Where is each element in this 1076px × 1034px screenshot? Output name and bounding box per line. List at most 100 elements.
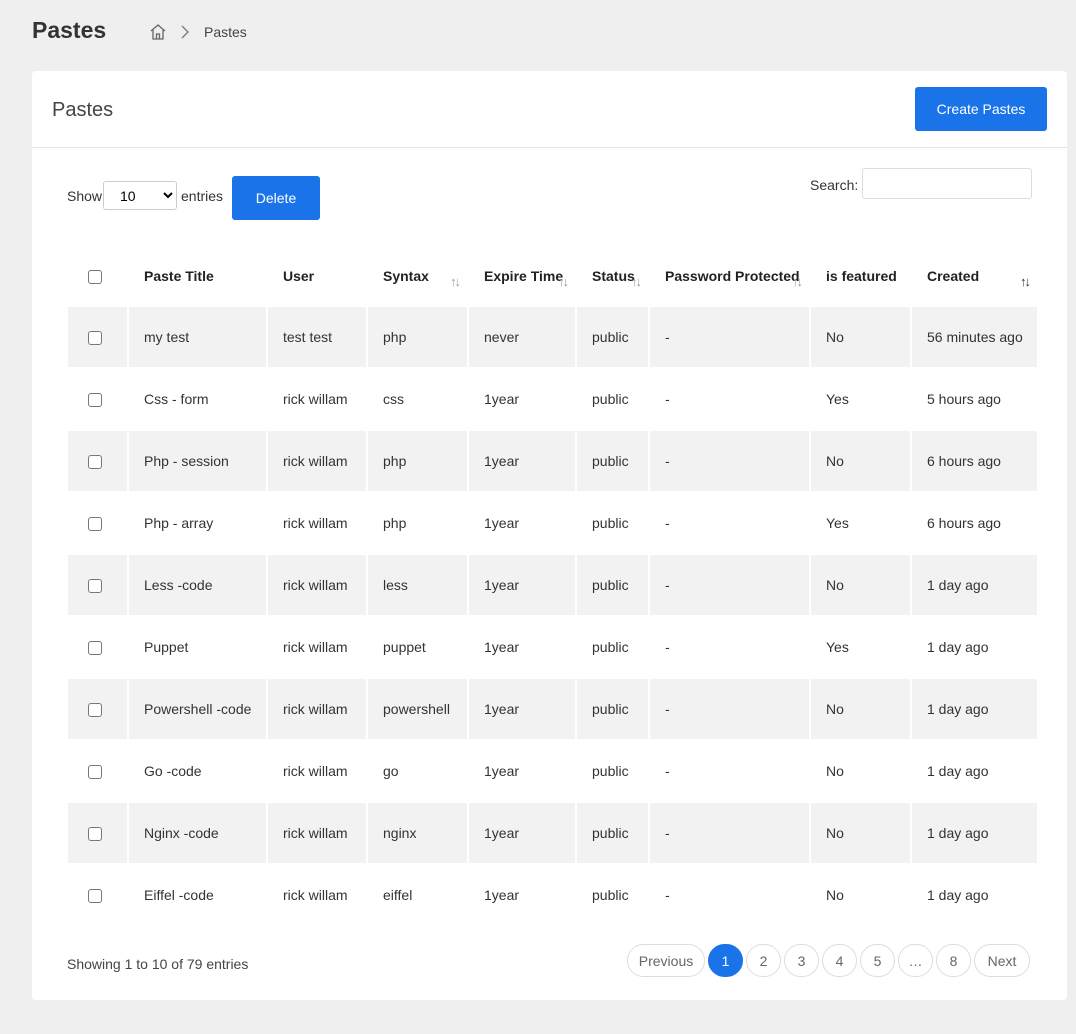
entries-label: entries [181, 188, 224, 204]
row-checkbox[interactable] [88, 827, 102, 842]
table-cell: rick willam [268, 678, 366, 740]
table-info: Showing 1 to 10 of 79 entries [67, 956, 249, 972]
table-cell: 1 day ago [912, 678, 1037, 740]
page-button[interactable]: 2 [746, 944, 781, 977]
table-cell: No [811, 802, 910, 864]
table-cell: php [368, 492, 467, 554]
select-all-header [68, 246, 127, 306]
table-cell: Powershell -code [129, 678, 266, 740]
column-header[interactable]: Paste Title [129, 246, 266, 306]
table-cell: 56 minutes ago [912, 306, 1037, 368]
create-pastes-button[interactable]: Create Pastes [915, 87, 1047, 131]
table-cell: public [577, 306, 648, 368]
page-button[interactable]: … [898, 944, 933, 977]
table-cell: public [577, 430, 648, 492]
row-checkbox[interactable] [88, 765, 102, 780]
search-input[interactable] [862, 168, 1032, 199]
table-row: Php - session rick willam php 1year public - N… [68, 430, 1037, 492]
table-cell: Eiffel -code [129, 864, 266, 926]
table-cell: - [650, 306, 809, 368]
row-checkbox[interactable] [88, 331, 102, 346]
table-cell: 1year [469, 616, 575, 678]
table-cell: rick willam [268, 368, 366, 430]
page-button[interactable]: 8 [936, 944, 971, 977]
page-button[interactable]: 3 [784, 944, 819, 977]
row-checkbox[interactable] [88, 703, 102, 718]
table-cell: public [577, 864, 648, 926]
table-cell: - [650, 802, 809, 864]
row-checkbox[interactable] [88, 579, 102, 594]
table-cell: - [650, 368, 809, 430]
table-row: Powershell -code rick willam powershell 1ye… [68, 678, 1037, 740]
page-button[interactable]: 1 [708, 944, 743, 977]
table-cell: Yes [811, 616, 910, 678]
table-cell: rick willam [268, 740, 366, 802]
table-cell: powershell [368, 678, 467, 740]
row-checkbox[interactable] [88, 641, 102, 656]
table-cell: No [811, 554, 910, 616]
table-cell: No [811, 430, 910, 492]
row-select-cell [68, 368, 127, 430]
pastes-table: Paste Title User Syntax ↑↓ Expire Time ↑↓ … [66, 246, 1039, 926]
pastes-card: Pastes Create Pastes Show 10 entries Del… [32, 71, 1067, 1000]
table-cell: 1year [469, 492, 575, 554]
row-select-cell [68, 864, 127, 926]
sort-icon: ↑↓ [558, 274, 569, 289]
table-row: Less -code rick willam less 1year public - No 1… [68, 554, 1037, 616]
row-select-cell [68, 492, 127, 554]
table-cell: - [650, 554, 809, 616]
row-checkbox[interactable] [88, 517, 102, 532]
row-checkbox[interactable] [88, 393, 102, 408]
table-cell: 1 day ago [912, 616, 1037, 678]
chevron-right-icon [181, 25, 189, 39]
table-cell: 1 day ago [912, 802, 1037, 864]
table-cell: 1 day ago [912, 864, 1037, 926]
table-cell: 6 hours ago [912, 492, 1037, 554]
delete-button[interactable]: Delete [232, 176, 320, 220]
card-header: Pastes Create Pastes [32, 71, 1067, 148]
table-row: Css - form rick willam css 1year public - Yes 5… [68, 368, 1037, 430]
page-button[interactable]: 5 [860, 944, 895, 977]
table-cell: Yes [811, 492, 910, 554]
table-row: Nginx -code rick willam nginx 1year public - N… [68, 802, 1037, 864]
sort-icon: ↑↓ [450, 274, 461, 289]
table-header-row: Paste Title User Syntax ↑↓ Expire Time ↑↓ … [68, 246, 1037, 306]
table-cell: puppet [368, 616, 467, 678]
column-header[interactable]: is featured [811, 246, 910, 306]
column-header[interactable]: Syntax ↑↓ [368, 246, 467, 306]
row-select-cell [68, 616, 127, 678]
table-cell: Less -code [129, 554, 266, 616]
table-cell: Css - form [129, 368, 266, 430]
table-cell: public [577, 368, 648, 430]
table-cell: Go -code [129, 740, 266, 802]
table-row: my test test test php never public - No 56 minu… [68, 306, 1037, 368]
table-cell: No [811, 306, 910, 368]
column-header[interactable]: Status ↑↓ [577, 246, 648, 306]
column-header[interactable]: User [268, 246, 366, 306]
page-button[interactable]: 4 [822, 944, 857, 977]
entries-length-select[interactable]: 10 [103, 181, 177, 210]
table-cell: public [577, 492, 648, 554]
table-cell: Puppet [129, 616, 266, 678]
row-checkbox[interactable] [88, 455, 102, 470]
table-cell: - [650, 678, 809, 740]
next-page-button[interactable]: Next [974, 944, 1030, 977]
table-cell: rick willam [268, 554, 366, 616]
column-header[interactable]: Password Protected ↑↓ [650, 246, 809, 306]
table-cell: 1year [469, 740, 575, 802]
table-cell: public [577, 554, 648, 616]
table-row: Puppet rick willam puppet 1year public - Yes 1 … [68, 616, 1037, 678]
row-select-cell [68, 306, 127, 368]
column-header[interactable]: Expire Time ↑↓ [469, 246, 575, 306]
row-checkbox[interactable] [88, 889, 102, 904]
table-cell: nginx [368, 802, 467, 864]
sort-icon: ↑↓ [792, 274, 803, 289]
table-cell: 1 day ago [912, 554, 1037, 616]
home-icon[interactable] [149, 23, 167, 41]
column-header[interactable]: Created ↑↓ [912, 246, 1037, 306]
table-cell: rick willam [268, 616, 366, 678]
previous-page-button[interactable]: Previous [627, 944, 705, 977]
select-all-checkbox[interactable] [88, 270, 102, 285]
breadcrumb-current: Pastes [204, 24, 247, 40]
show-label: Show [67, 188, 103, 204]
